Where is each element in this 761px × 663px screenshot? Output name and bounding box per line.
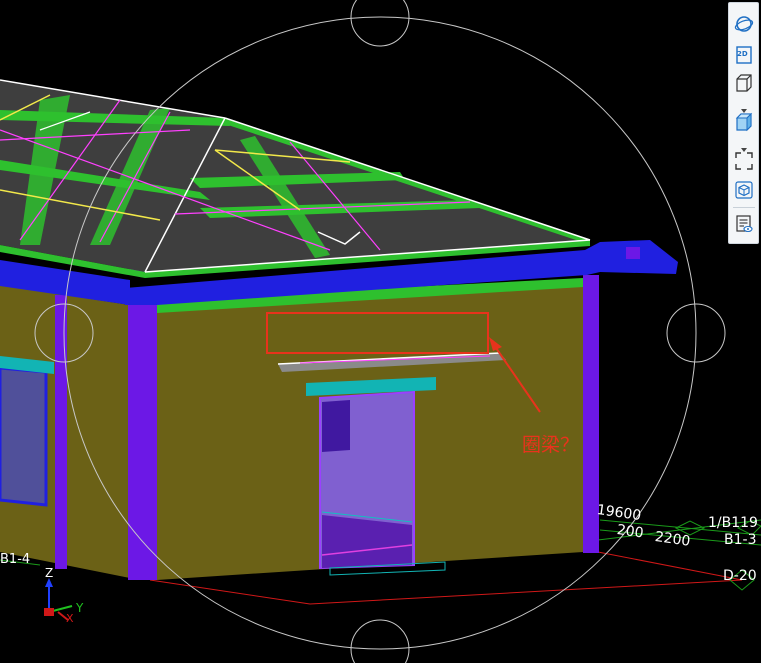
view-mode-dropdown-arrow[interactable] [740, 99, 748, 113]
triad-x-label: X [66, 612, 74, 625]
corner-column-left [128, 300, 157, 580]
cube-outline-icon [736, 74, 752, 92]
axis-label-1-b1-suffix: 19 [740, 515, 758, 531]
fullscreen-icon [735, 152, 753, 170]
cube-box-icon [735, 181, 753, 199]
axis-label-d-20: D-20 [723, 568, 757, 584]
axis-label-b1-3: B1-3 [724, 532, 757, 548]
2d-view-button[interactable]: 2D [733, 44, 755, 66]
3d-model-viewport[interactable] [0, 0, 761, 663]
3d-solid-button[interactable] [733, 111, 755, 133]
axis-label-1-b1-text: 1/B1 [708, 515, 741, 531]
view-toolbar: 2D [728, 2, 759, 244]
toolbar-separator [733, 207, 755, 208]
document-view-icon [736, 215, 753, 233]
orbit-icon [734, 16, 754, 32]
properties-view-button[interactable] [733, 213, 755, 235]
2d-view-label: 2D [737, 50, 748, 58]
orbit-view-button[interactable] [733, 13, 755, 35]
3d-wireframe-button[interactable] [733, 72, 755, 94]
full-extent-button[interactable] [733, 150, 755, 172]
triad-y-label: Y [76, 601, 84, 615]
component-view-button[interactable] [733, 179, 755, 201]
triad-z-label: Z [45, 566, 54, 580]
annotation-text: 圈梁？ [522, 434, 580, 456]
axis-label-b1-4: B1-4 [0, 552, 31, 567]
render-mode-dropdown-arrow[interactable] [740, 138, 748, 152]
axis-label-1-b1: 1/B119 [708, 515, 758, 531]
cube-solid-icon [735, 112, 753, 132]
left-wall-segment [0, 285, 130, 578]
